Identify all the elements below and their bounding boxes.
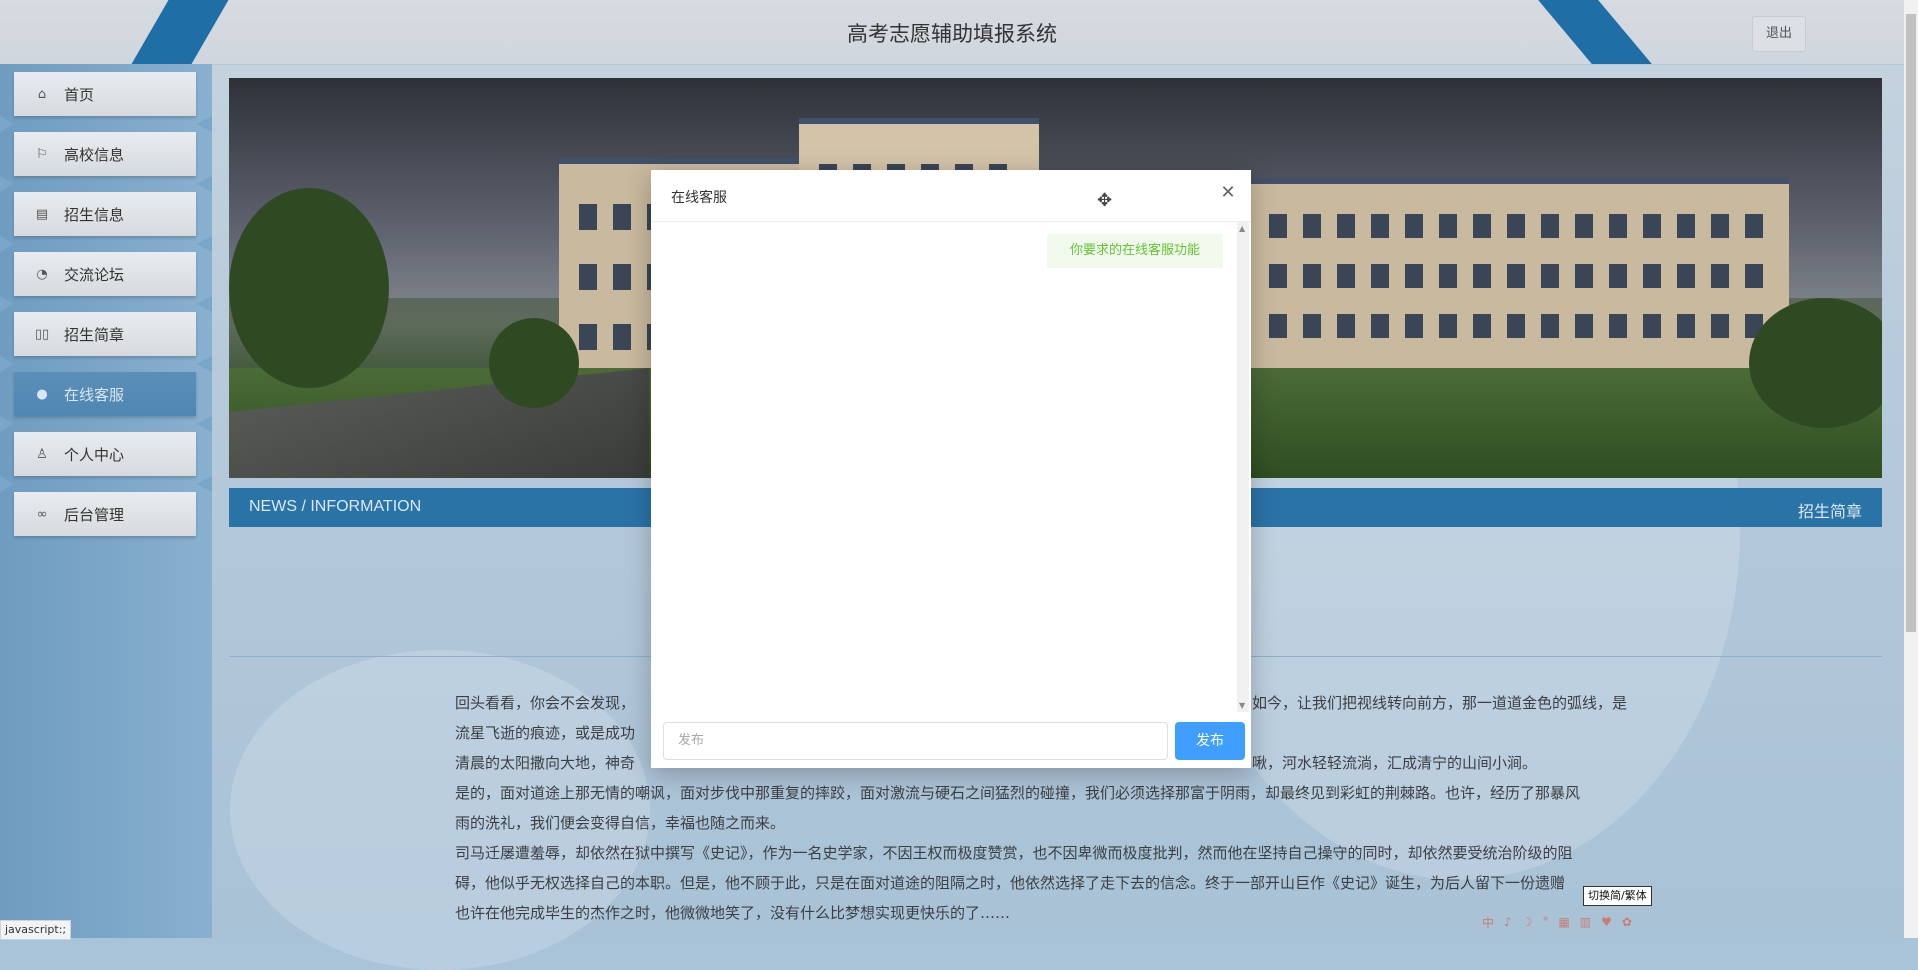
chat-message: 你要求的在线客服功能 [1047,234,1223,268]
sidebar-divider [0,356,212,372]
banner-tree [489,318,579,408]
sidebar-item-profile[interactable]: ♙ 个人中心 [14,432,196,476]
article-line: 是的，面对道途上那无情的嘲讽，面对步伐中那重复的摔跤，面对激流与硬石之间猛烈的碰… [455,784,1581,802]
sidebar-divider [0,296,212,312]
sidebar-divider [0,116,212,132]
news-heading: NEWS / INFORMATION [249,498,422,515]
sidebar-item-admissions[interactable]: ▤ 招生信息 [14,192,196,236]
brochure-link[interactable]: 招生简章 [1798,498,1862,522]
ime-toolbar[interactable]: 中 ♪ ☽ ° ▦ ▥ ♥ ✿ [1476,912,1692,932]
status-bar-url: javascript:; [0,920,72,940]
logout-button[interactable]: 退出 [1752,16,1806,52]
book-icon: ▯▯ [34,326,50,342]
sidebar-item-label: 首页 [64,85,95,104]
sidebar-divider [0,416,212,432]
online-service-dialog: 在线客服 ✥ ✕ 你要求的在线客服功能 ▲ ▼ 发布 发布 [651,170,1251,768]
sidebar-item-online-service[interactable]: ● 在线客服 [14,372,196,416]
palette-icon: ◔ [36,266,48,282]
ime-moon-icon[interactable]: ☽ [1522,915,1533,929]
sidebar-item-label: 在线客服 [64,385,125,404]
site-title: 高考志愿辅助填报系统 [847,22,1057,46]
sidebar-item-brochure[interactable]: ▯▯ 招生简章 [14,312,196,356]
sidebar-item-admin[interactable]: ∞ 后台管理 [14,492,196,536]
tooltip: 切换简/繁体 [1583,886,1652,906]
sidebar-item-forum[interactable]: ◔ 交流论坛 [14,252,196,296]
page-scrollbar-thumb[interactable] [1906,14,1916,632]
sidebar-item-label: 招生信息 [64,205,125,224]
article-line-fragment: 如今，让我们把视线转向前方，那一道道金色的弧线，是 [1252,694,1628,712]
ime-punct-icon[interactable]: ° [1542,915,1548,929]
send-button[interactable]: 发布 [1175,722,1245,760]
sidebar-item-label: 交流论坛 [64,265,125,284]
close-icon[interactable]: ✕ [1219,184,1237,202]
service-icon: ● [36,386,48,402]
sidebar-item-universities[interactable]: ⚐ 高校信息 [14,132,196,176]
ime-skin-icon[interactable]: ♥ [1601,915,1612,929]
dialog-title: 在线客服 [671,190,727,206]
message-input[interactable]: 发布 [663,722,1168,760]
ime-grid-icon[interactable]: ▥ [1580,915,1591,929]
sidebar-item-label: 个人中心 [64,445,125,464]
article-line: 司马迁屡遭羞辱，却依然在狱中撰写《史记》，作为一名史学家，不因王权而极度赞赏，也… [455,844,1573,862]
sidebar-item-label: 后台管理 [64,505,125,524]
banner-windows [1269,214,1769,238]
article-line: 碍，他似乎无权选择自己的本职。但是，他不顾于此，只是在面对道途的阻隔之时，他依然… [455,874,1566,892]
home-icon: ⌂ [37,86,47,102]
sidebar-divider [0,476,212,492]
scroll-down-icon[interactable]: ▼ [1239,701,1245,710]
banner-windows [1269,314,1769,338]
sidebar-item-home[interactable]: ⌂ 首页 [14,72,196,116]
ime-chinese-icon[interactable]: 中 [1482,914,1494,931]
move-cursor-icon: ✥ [1097,190,1113,211]
ime-music-icon[interactable]: ♪ [1504,915,1512,929]
link-icon: ∞ [36,506,48,522]
sidebar-divider [0,236,212,252]
dialog-header[interactable]: 在线客服 ✥ ✕ [651,170,1251,222]
ime-keyboard-icon[interactable]: ▦ [1558,915,1569,929]
article-line: 雨的洗礼，我们便会变得自信，幸福也随之而来。 [455,814,786,832]
banner-windows [1269,264,1769,288]
calendar-icon: ▤ [35,206,49,222]
chat-message-area[interactable]: 你要求的在线客服功能 [651,222,1251,712]
top-header: 高考志愿辅助填报系统 退出 [0,0,1904,65]
chat-scrollbar[interactable]: ▲ ▼ [1237,222,1249,712]
sidebar-divider [0,176,212,192]
user-icon: ♙ [36,446,48,462]
scroll-up-icon[interactable]: ▲ [1239,224,1245,233]
sidebar-item-label: 招生简章 [64,325,125,344]
sidebar-item-label: 高校信息 [64,145,125,164]
article-line-fragment: 啾，河水轻轻流淌，汇成清宁的山间小涧。 [1252,754,1538,772]
flag-icon: ⚐ [36,146,48,162]
ime-settings-icon[interactable]: ✿ [1622,915,1632,929]
banner-tree [229,188,389,388]
page-scrollbar[interactable] [1904,0,1918,938]
